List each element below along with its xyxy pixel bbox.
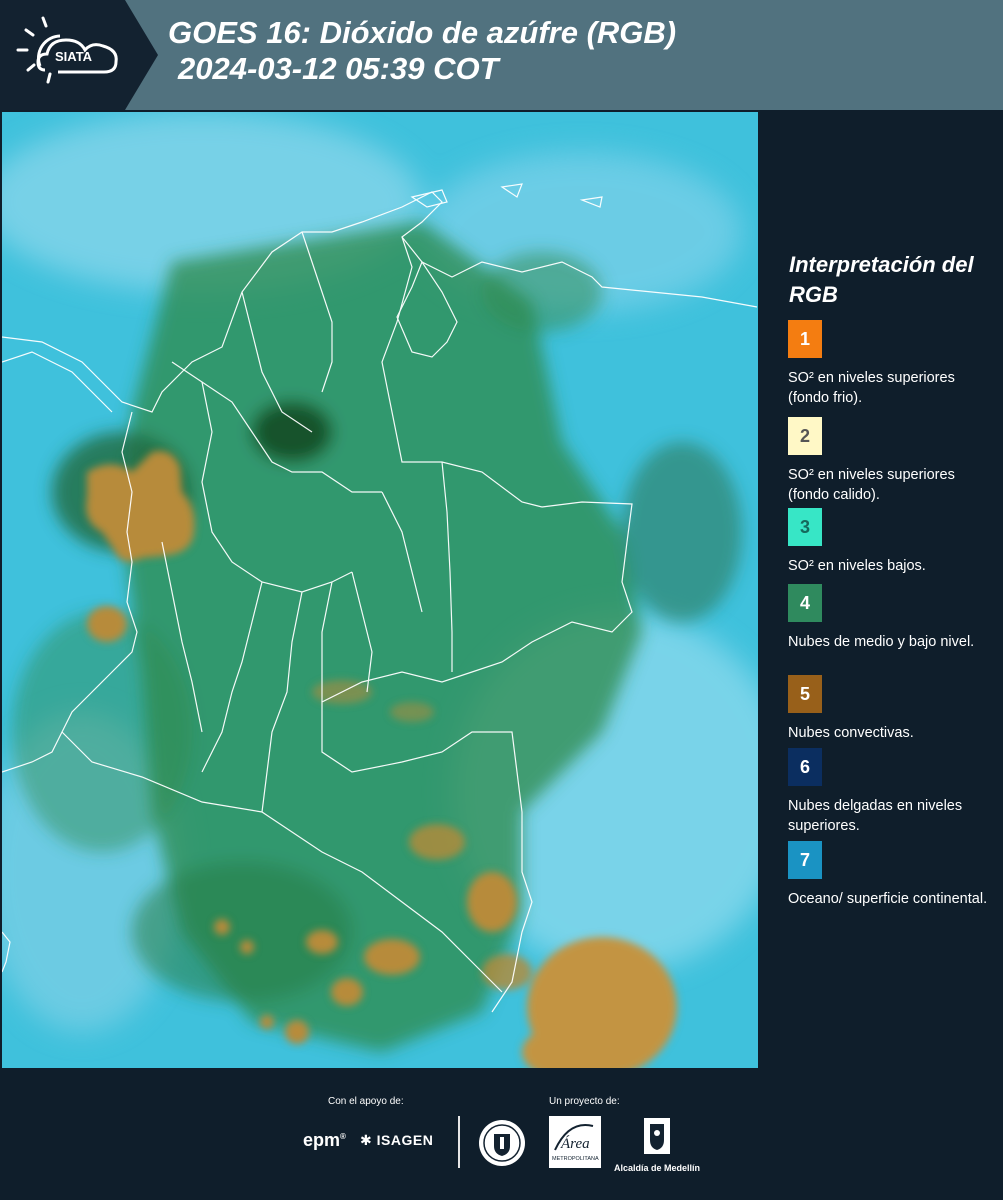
medellin-seal-icon[interactable] (477, 1118, 527, 1173)
title-line-1: GOES 16: Dióxido de azúfre (RGB) (168, 15, 677, 50)
footer: Con el apoyo de: Un proyecto de: epm® ✱ … (0, 1068, 1003, 1200)
legend-label-7: Oceano/ superficie continental. (788, 891, 988, 907)
page-title: GOES 16: Dióxido de azúfre (RGB) 2024-03… (168, 15, 676, 87)
legend-swatch-3: 3 (788, 508, 822, 546)
legend-label-3: SO² en niveles bajos. (788, 558, 926, 574)
legend-label-1: SO² en niveles superiores (fondo frio). (788, 370, 955, 406)
legend-label-4: Nubes de medio y bajo nivel. (788, 634, 975, 650)
legend-label-5: Nubes convectivas. (788, 725, 914, 741)
isagen-logo[interactable]: ✱ ISAGEN (360, 1132, 433, 1149)
footer-divider (458, 1116, 460, 1168)
legend-label-6: Nubes delgadas en niveles superiores. (788, 798, 963, 834)
legend-label-2: SO² en niveles superiores (fondo calido)… (788, 467, 955, 503)
legend-item-5: 5 Nubes convectivas. (788, 675, 988, 743)
legend-swatch-5: 5 (788, 675, 822, 713)
epm-logo-text: epm (303, 1130, 341, 1150)
project-label: Un proyecto de: (549, 1096, 620, 1107)
legend-item-1: 1 SO² en niveles superiores (fondo frio)… (788, 320, 988, 408)
legend-item-3: 3 SO² en niveles bajos. (788, 508, 988, 576)
legend-swatch-6: 6 (788, 748, 822, 786)
legend-panel: Interpretación del RGB 1 SO² en niveles … (760, 110, 1003, 1068)
support-label: Con el apoyo de: (328, 1096, 404, 1107)
area-metropolitana-logo[interactable]: Área METROPOLITANA (549, 1116, 601, 1173)
isagen-mark-icon: ✱ (360, 1132, 373, 1148)
legend-swatch-4: 4 (788, 584, 822, 622)
legend-swatch-1: 1 (788, 320, 822, 358)
svg-text:Área: Área (560, 1135, 590, 1152)
siata-logo[interactable]: SIATA (0, 0, 160, 110)
legend-item-4: 4 Nubes de medio y bajo nivel. (788, 584, 988, 652)
siata-logo-text: SIATA (55, 49, 93, 64)
alcaldia-label: Alcaldía de Medellín (613, 1163, 701, 1173)
isagen-logo-text: ISAGEN (376, 1132, 434, 1148)
legend-swatch-2: 2 (788, 417, 822, 455)
satellite-map[interactable] (2, 112, 758, 1070)
header-bar: SIATA GOES 16: Dióxido de azúfre (RGB) 2… (0, 0, 1003, 110)
svg-text:METROPOLITANA: METROPOLITANA (552, 1156, 599, 1162)
legend-title: Interpretación del RGB (789, 252, 974, 307)
legend-item-7: 7 Oceano/ superficie continental. (788, 841, 988, 909)
title-line-2: 2024-03-12 05:39 COT (178, 51, 499, 86)
alcaldia-logo[interactable]: Alcaldía de Medellín (612, 1116, 702, 1173)
legend-item-2: 2 SO² en niveles superiores (fondo calid… (788, 417, 988, 505)
epm-logo[interactable]: epm® (303, 1130, 346, 1151)
legend-item-6: 6 Nubes delgadas en niveles superiores. (788, 748, 988, 836)
legend-swatch-7: 7 (788, 841, 822, 879)
